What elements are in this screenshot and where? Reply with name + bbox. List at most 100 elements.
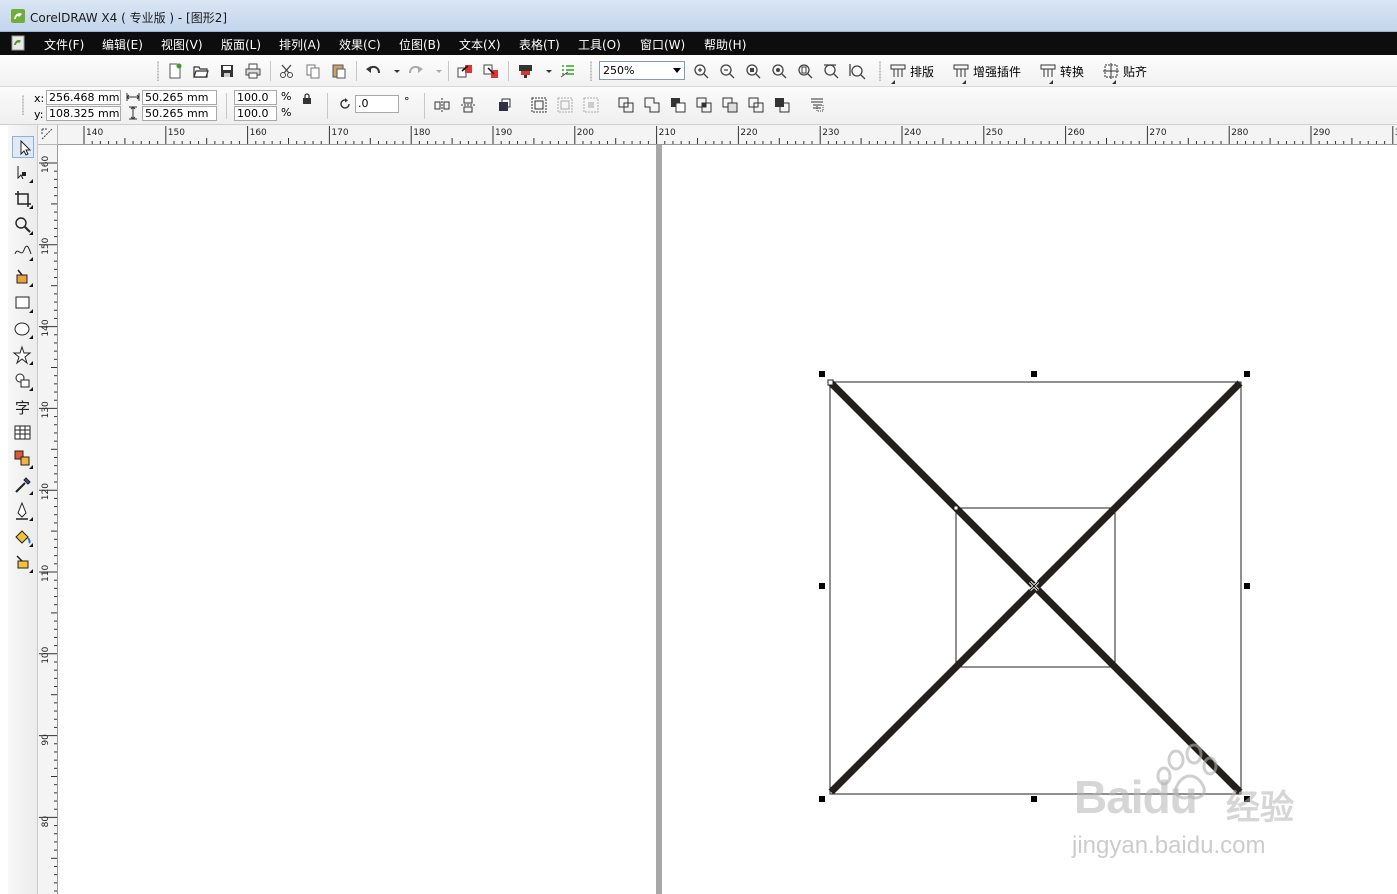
pick-tool[interactable] bbox=[12, 136, 34, 158]
zoom-in-button[interactable] bbox=[692, 62, 710, 80]
menu-tools[interactable]: 工具(O) bbox=[575, 35, 624, 54]
ungroup-all-button[interactable] bbox=[582, 96, 600, 114]
outline-tool[interactable] bbox=[12, 500, 34, 522]
text-tool[interactable]: 字 bbox=[12, 396, 34, 418]
open-button[interactable] bbox=[192, 62, 210, 80]
welcome-screen-button[interactable] bbox=[559, 62, 577, 80]
mirror-vertical-button[interactable] bbox=[459, 96, 477, 114]
application-launcher-button[interactable] bbox=[517, 62, 535, 80]
zoom-width-button[interactable] bbox=[822, 62, 840, 80]
horizontal-ruler[interactable]: 140 150 160 170 180 190 200 210 220 230 240 250 260 2… bbox=[58, 125, 1397, 145]
weld-button[interactable] bbox=[643, 96, 661, 114]
menu-layout[interactable]: 版面(L) bbox=[218, 35, 264, 54]
smart-fill-tool[interactable] bbox=[12, 266, 34, 288]
zoom-tool[interactable] bbox=[12, 214, 34, 236]
zoom-height-button[interactable] bbox=[848, 62, 866, 80]
combine-icon bbox=[618, 97, 634, 113]
redo-dropdown[interactable] bbox=[430, 62, 442, 80]
fill-tool[interactable] bbox=[12, 526, 34, 548]
ellipse-tool[interactable] bbox=[12, 318, 34, 340]
selection-handle-bottom-left[interactable] bbox=[819, 796, 825, 802]
selection-handle-left[interactable] bbox=[819, 583, 825, 589]
menu-help[interactable]: 帮助(H) bbox=[701, 35, 749, 54]
zoom-level-select[interactable]: 250% bbox=[599, 61, 685, 80]
launcher-dropdown[interactable] bbox=[540, 62, 552, 80]
toolbar-grip[interactable] bbox=[157, 61, 159, 81]
import-button[interactable] bbox=[456, 62, 474, 80]
simplify-button[interactable] bbox=[721, 96, 739, 114]
paste-button[interactable] bbox=[330, 62, 348, 80]
zoom-selected-button[interactable] bbox=[744, 62, 762, 80]
menu-view[interactable]: 视图(V) bbox=[158, 35, 206, 54]
export-button[interactable] bbox=[482, 62, 500, 80]
shape-tool[interactable] bbox=[12, 162, 34, 184]
zoom-out-button[interactable] bbox=[718, 62, 736, 80]
selection-handle-bottom[interactable] bbox=[1031, 796, 1037, 802]
menu-table[interactable]: 表格(T) bbox=[516, 35, 563, 54]
copy-button[interactable] bbox=[304, 62, 322, 80]
combine-button[interactable] bbox=[617, 96, 635, 114]
mirror-horizontal-button[interactable] bbox=[433, 96, 451, 114]
drawing-canvas[interactable] bbox=[58, 145, 1397, 894]
node-marker[interactable] bbox=[827, 379, 834, 386]
ungroup-button[interactable] bbox=[556, 96, 574, 114]
crop-tool[interactable] bbox=[12, 188, 34, 210]
basic-shapes-tool[interactable] bbox=[12, 370, 34, 392]
trim-button[interactable] bbox=[669, 96, 687, 114]
selection-handle-top-left[interactable] bbox=[819, 371, 825, 377]
node-marker[interactable] bbox=[953, 505, 959, 511]
align-distribute-button[interactable] bbox=[495, 96, 513, 114]
selection-handle-bottom-right[interactable] bbox=[1244, 796, 1250, 802]
ruler-origin[interactable] bbox=[38, 125, 58, 145]
save-button[interactable] bbox=[218, 62, 236, 80]
rotation-angle-field[interactable]: .0 bbox=[355, 95, 399, 113]
redo-button[interactable] bbox=[406, 62, 424, 80]
group-button[interactable] bbox=[530, 96, 548, 114]
print-button[interactable] bbox=[244, 62, 262, 80]
freehand-tool[interactable] bbox=[12, 240, 34, 262]
interactive-fill-tool[interactable] bbox=[12, 552, 34, 574]
menu-bitmaps[interactable]: 位图(B) bbox=[396, 35, 444, 54]
eyedropper-tool[interactable] bbox=[12, 474, 34, 496]
new-document-button[interactable] bbox=[166, 62, 184, 80]
menu-window[interactable]: 窗口(W) bbox=[637, 35, 688, 54]
table-tool[interactable] bbox=[12, 422, 34, 444]
intersect-button[interactable] bbox=[695, 96, 713, 114]
zoom-height-icon bbox=[849, 64, 866, 80]
menu-effects[interactable]: 效果(C) bbox=[336, 35, 384, 54]
polygon-tool[interactable] bbox=[12, 344, 34, 366]
menu-edit[interactable]: 编辑(E) bbox=[99, 35, 146, 54]
selection-handle-top[interactable] bbox=[1031, 371, 1037, 377]
toolbar-grip[interactable] bbox=[590, 61, 592, 81]
menu-arrange[interactable]: 排列(A) bbox=[276, 35, 324, 54]
lock-ratio-icon[interactable] bbox=[300, 92, 314, 106]
ruler-tick-label: 150 bbox=[41, 237, 51, 254]
toolbar-grip[interactable] bbox=[879, 61, 881, 81]
menu-file[interactable]: 文件(F) bbox=[41, 35, 87, 54]
cut-button[interactable] bbox=[278, 62, 296, 80]
rotation-icon bbox=[338, 97, 352, 111]
selection-handle-right[interactable] bbox=[1244, 583, 1250, 589]
vertical-ruler[interactable]: 160 150 140 130 120 110 100 90 80 bbox=[38, 145, 58, 894]
app-launcher-icon bbox=[519, 65, 532, 78]
x-position-field[interactable]: 256.468 mm bbox=[46, 90, 121, 105]
width-field[interactable]: 50.265 mm bbox=[142, 90, 217, 105]
back-minus-front-button[interactable] bbox=[773, 96, 791, 114]
zoom-page-button[interactable] bbox=[796, 62, 814, 80]
toolbar-grip[interactable] bbox=[22, 95, 24, 115]
zoom-all-button[interactable] bbox=[770, 62, 788, 80]
selection-handle-top-right[interactable] bbox=[1244, 371, 1250, 377]
menu-text[interactable]: 文本(X) bbox=[456, 35, 504, 54]
front-minus-back-button[interactable] bbox=[747, 96, 765, 114]
y-position-field[interactable]: 108.325 mm bbox=[46, 106, 121, 121]
scale-height-field[interactable]: 100.0 bbox=[234, 106, 277, 121]
printer-icon bbox=[245, 63, 261, 79]
undo-dropdown[interactable] bbox=[388, 62, 400, 80]
undo-button[interactable] bbox=[365, 62, 383, 80]
interactive-blend-tool[interactable] bbox=[12, 448, 34, 470]
rectangle-tool[interactable] bbox=[12, 292, 34, 314]
document-icon[interactable] bbox=[11, 35, 25, 51]
create-boundary-button[interactable] bbox=[808, 96, 826, 114]
height-field[interactable]: 50.265 mm bbox=[142, 106, 217, 121]
scale-width-field[interactable]: 100.0 bbox=[234, 90, 277, 105]
